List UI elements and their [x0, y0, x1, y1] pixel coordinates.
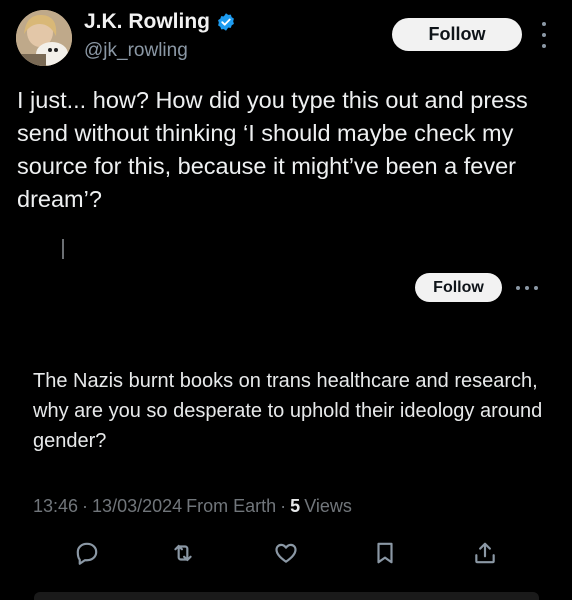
- author-display-name[interactable]: J.K. Rowling: [84, 10, 210, 34]
- tweet-source: From Earth: [186, 496, 277, 516]
- verified-icon: [216, 12, 236, 32]
- meta-separator: ·: [82, 496, 89, 516]
- like-icon[interactable]: [273, 540, 299, 566]
- quoted-tweet-text: The Nazis burnt books on trans healthcar…: [33, 370, 543, 452]
- tweet-text: I just... how? How did you type this out…: [17, 87, 528, 212]
- more-icon[interactable]: [538, 22, 550, 48]
- retweet-icon[interactable]: [170, 540, 196, 566]
- views-count: 5: [290, 496, 301, 516]
- tweet-time[interactable]: 13:46: [33, 496, 78, 517]
- author-handle[interactable]: @jk_rowling: [84, 40, 188, 62]
- follow-button[interactable]: Follow: [392, 18, 522, 51]
- bookmark-icon[interactable]: [372, 540, 398, 566]
- action-bar: [0, 540, 572, 570]
- share-icon[interactable]: [472, 540, 498, 566]
- meta-separator: ·: [280, 496, 287, 516]
- tweet-meta: 13:46 · 13/03/2024 From Earth · 5 Views: [33, 496, 352, 517]
- bottom-bar: [34, 592, 539, 600]
- embedded-more-icon[interactable]: [516, 285, 538, 291]
- avatar[interactable]: [16, 10, 72, 66]
- text-cursor: [62, 239, 64, 259]
- views-label: Views: [304, 496, 352, 516]
- embedded-follow-button[interactable]: Follow: [415, 273, 502, 302]
- tweet-date[interactable]: 13/03/2024: [92, 496, 182, 517]
- reply-icon[interactable]: [74, 540, 100, 566]
